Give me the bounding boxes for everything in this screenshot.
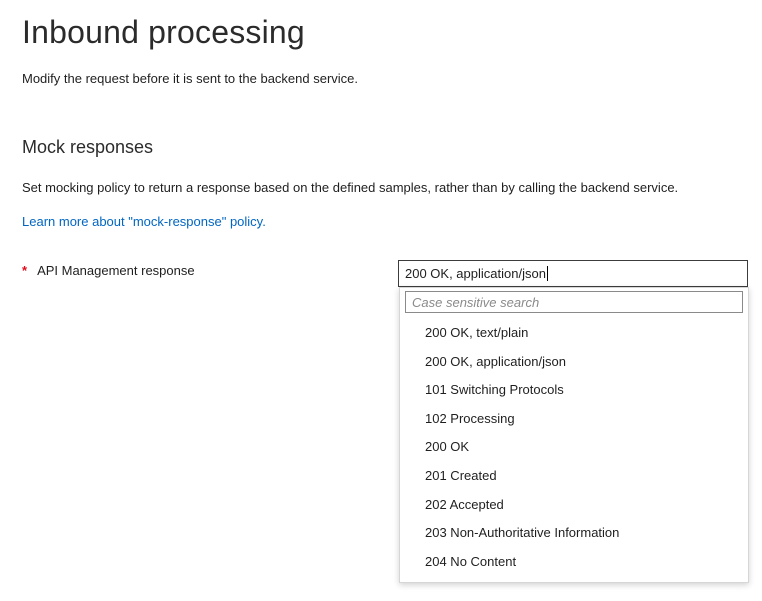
page-subtitle: Modify the request before it is sent to …: [22, 71, 359, 86]
dropdown-option[interactable]: 200 OK, text/plain: [400, 319, 748, 348]
inbound-processing-page: Inbound processing Modify the request be…: [0, 0, 762, 601]
case-sensitive-search-input[interactable]: [405, 291, 743, 313]
mock-responses-description: Set mocking policy to return a response …: [22, 180, 679, 195]
dropdown-option[interactable]: 101 Switching Protocols: [400, 376, 748, 405]
learn-more-link[interactable]: Learn more about "mock-response" policy.: [22, 214, 266, 229]
dropdown-option[interactable]: 202 Accepted: [400, 491, 748, 520]
api-management-response-label: * API Management response: [22, 263, 195, 278]
dropdown-option[interactable]: 200 OK, application/json: [400, 348, 748, 377]
selected-value: 200 OK, application/json: [405, 266, 546, 281]
field-label-text: API Management response: [37, 263, 195, 278]
api-management-response-select[interactable]: 200 OK, application/json: [398, 260, 748, 287]
page-title: Inbound processing: [22, 14, 305, 50]
dropdown-option[interactable]: 203 Non-Authoritative Information: [400, 519, 748, 548]
dropdown-option[interactable]: 201 Created: [400, 462, 748, 491]
response-dropdown-panel: 200 OK, text/plain 200 OK, application/j…: [399, 287, 749, 583]
dropdown-option[interactable]: 102 Processing: [400, 405, 748, 434]
response-options-list: 200 OK, text/plain 200 OK, application/j…: [400, 319, 748, 576]
text-caret: [546, 266, 548, 281]
mock-responses-heading: Mock responses: [22, 137, 154, 157]
dropdown-option[interactable]: 204 No Content: [400, 548, 748, 577]
required-marker: *: [22, 263, 28, 278]
dropdown-option[interactable]: 200 OK: [400, 433, 748, 462]
